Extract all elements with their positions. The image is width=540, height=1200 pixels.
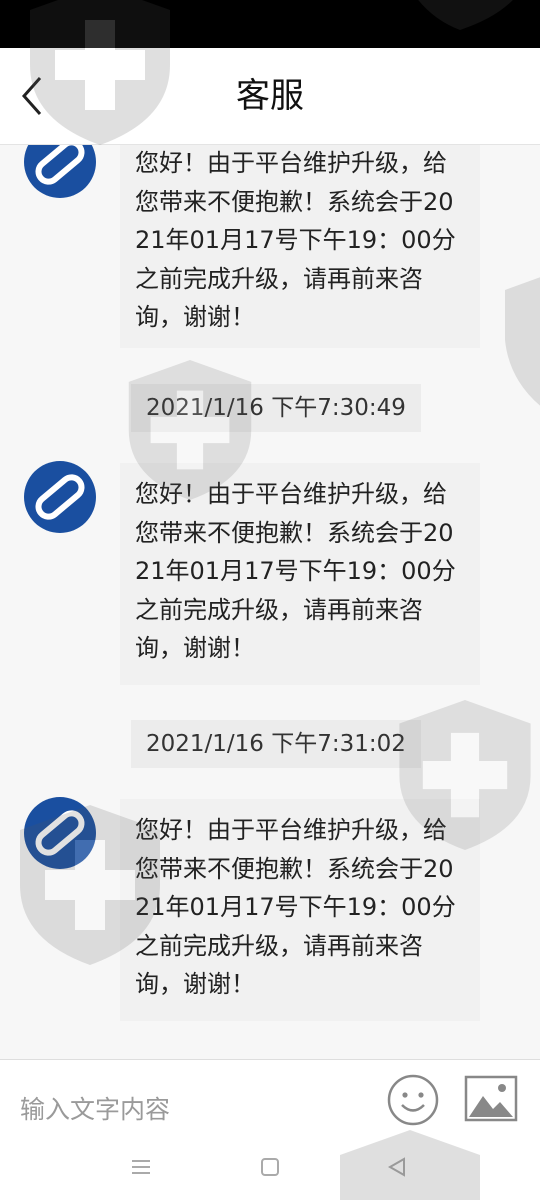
message-bubble: 您好！由于平台维护升级，给您带来不便抱歉！系统会于2021年01月17号下午19…: [120, 463, 480, 685]
message-timestamp: 2021/1/16 下午7:30:49: [131, 384, 421, 432]
message-timestamp: 2021/1/16 下午7:31:02: [131, 720, 421, 768]
system-back-button[interactable]: [384, 1154, 412, 1182]
back-triangle-icon: [387, 1157, 405, 1177]
agent-avatar: [23, 796, 97, 870]
agent-avatar: [23, 460, 97, 534]
system-nav-bar: [0, 1140, 540, 1200]
screen: 客服 您好！由于平台维护升级，给您带来不便抱歉！系统会于2021年01月17号下…: [0, 0, 540, 1200]
chat-area[interactable]: 您好！由于平台维护升级，给您带来不便抱歉！系统会于2021年01月17号下午19…: [0, 145, 540, 1059]
agent-avatar: [23, 145, 97, 199]
home-button[interactable]: [256, 1154, 284, 1182]
emoji-button[interactable]: [386, 1073, 440, 1127]
bank-logo-icon: [24, 797, 96, 869]
message-input[interactable]: [18, 1084, 362, 1134]
nav-bar: 客服: [0, 48, 540, 145]
page-title: 客服: [236, 76, 304, 116]
bank-logo-icon: [24, 145, 96, 198]
message-bubble: 您好！由于平台维护升级，给您带来不便抱歉！系统会于2021年01月17号下午19…: [120, 145, 480, 348]
recent-apps-button[interactable]: [128, 1154, 156, 1182]
smiley-icon: [387, 1074, 439, 1126]
home-icon: [261, 1158, 279, 1176]
image-icon: [464, 1075, 518, 1122]
message-bubble: 您好！由于平台维护升级，给您带来不便抱歉！系统会于2021年01月17号下午19…: [120, 799, 480, 1021]
bank-logo-icon: [24, 461, 96, 533]
image-button[interactable]: [464, 1074, 518, 1124]
status-bar: [0, 0, 540, 48]
menu-icon: [132, 1160, 150, 1174]
